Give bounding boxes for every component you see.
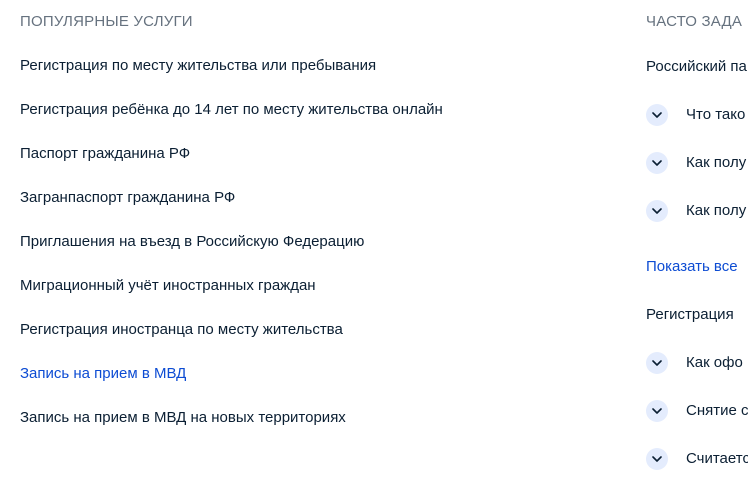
faq-question[interactable]: Как полу — [646, 199, 746, 223]
chevron-down-icon — [646, 152, 668, 174]
chevron-down-icon — [646, 352, 668, 374]
chevron-down-icon — [646, 400, 668, 422]
faq-group-title-registration: Регистрация — [646, 306, 734, 323]
faq-heading: ЧАСТО ЗАДА — [646, 13, 743, 30]
chevron-down-icon — [646, 448, 668, 470]
faq-question[interactable]: Снятие с — [646, 399, 748, 423]
service-link-foreign-passport[interactable]: Загранпаспорт гражданина РФ — [20, 188, 443, 232]
faq-question-text: Снятие с — [686, 402, 748, 419]
show-all-link[interactable]: Показать все — [646, 257, 738, 277]
popular-services-heading: ПОПУЛЯРНЫЕ УСЛУГИ — [20, 13, 193, 30]
chevron-down-icon — [646, 104, 668, 126]
faq-question[interactable]: Как офо — [646, 351, 743, 375]
faq-question-text: Что тако — [686, 106, 746, 123]
service-link-passport[interactable]: Паспорт гражданина РФ — [20, 144, 443, 188]
faq-question-text: Считаетс — [686, 450, 748, 467]
faq-group-title-passport: Российский па — [646, 58, 747, 75]
chevron-down-icon — [646, 200, 668, 222]
faq-question[interactable]: Что тако — [646, 103, 745, 127]
service-link-registration[interactable]: Регистрация по месту жительства или преб… — [20, 56, 443, 100]
faq-question-text: Как полу — [686, 154, 747, 171]
service-link-invitations[interactable]: Приглашения на въезд в Российскую Федера… — [20, 232, 443, 276]
faq-question-text: Как офо — [686, 354, 743, 371]
popular-services-list: Регистрация по месту жительства или преб… — [20, 56, 443, 452]
service-link-mvd-appointment[interactable]: Запись на прием в МВД — [20, 364, 443, 408]
faq-question[interactable]: Считаетс — [646, 447, 748, 471]
service-link-child-registration[interactable]: Регистрация ребёнка до 14 лет по месту ж… — [20, 100, 443, 144]
faq-question-text: Как полу — [686, 202, 747, 219]
service-link-migration-record[interactable]: Миграционный учёт иностранных граждан — [20, 276, 443, 320]
service-link-mvd-appointment-new-territories[interactable]: Запись на прием в МВД на новых территори… — [20, 408, 443, 452]
faq-question[interactable]: Как полу — [646, 151, 746, 175]
service-link-foreigner-registration[interactable]: Регистрация иностранца по месту жительст… — [20, 320, 443, 364]
